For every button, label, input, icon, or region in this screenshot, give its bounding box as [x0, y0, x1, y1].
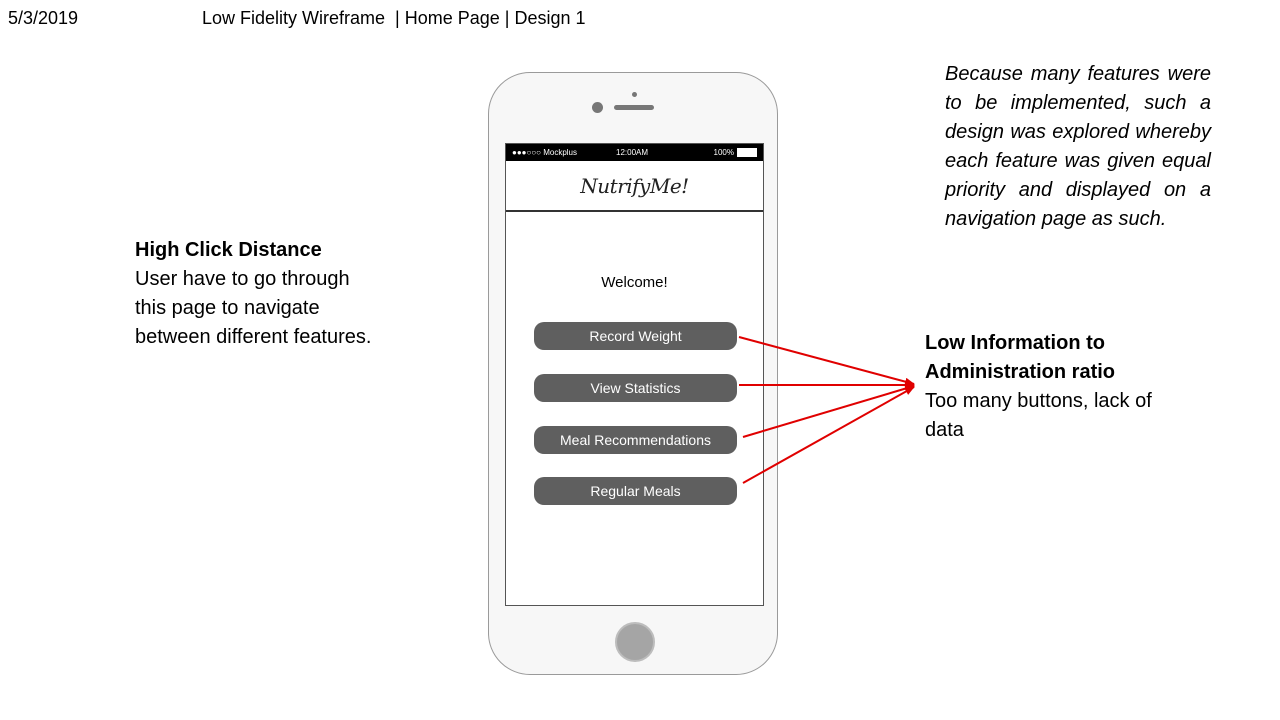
arrow-record-weight	[738, 336, 915, 386]
annotation-arrows	[738, 336, 915, 484]
arrow-regular-meals	[742, 386, 915, 484]
arrow-meal-recommendations	[742, 384, 915, 438]
